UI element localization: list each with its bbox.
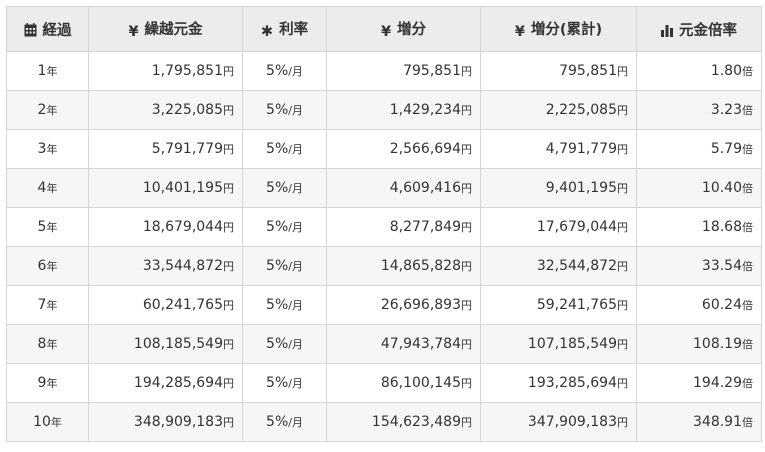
cell-principal: 5,791,779円 [88, 129, 243, 169]
bar-chart-icon [661, 24, 673, 37]
cell-increase: 47,943,784円 [326, 324, 481, 364]
cell-rate: 5%/月 [242, 324, 327, 364]
cell-principal: 18,679,044円 [88, 207, 243, 247]
cell-cumulative: 17,679,044円 [480, 207, 637, 247]
table-row: 8年 108,185,549円 5%/月 47,943,784円 107,185,549… [6, 324, 762, 364]
table-row: 9年 194,285,694円 5%/月 86,100,145円 193,285,694… [6, 363, 762, 403]
header-rate: ✱ 利率 [242, 6, 327, 52]
cell-principal: 60,241,765円 [88, 285, 243, 325]
header-principal-label: 繰越元金 [144, 22, 203, 38]
cell-rate: 5%/月 [242, 246, 327, 286]
table-row: 10年 348,909,183円 5%/月 154,623,489円 347,909,1… [6, 402, 762, 442]
header-increase: ¥ 増分 [326, 6, 481, 52]
cell-principal: 3,225,085円 [88, 90, 243, 130]
cell-principal: 194,285,694円 [88, 363, 243, 403]
cell-multiple: 3.23倍 [636, 90, 762, 130]
header-principal: ¥ 繰越元金 [88, 6, 243, 52]
calendar-icon [24, 22, 37, 37]
cell-cumulative: 795,851円 [480, 51, 637, 91]
cell-year: 10年 [6, 402, 89, 442]
header-elapsed: 経過 [6, 6, 89, 52]
asterisk-icon: ✱ [260, 24, 274, 40]
cell-year: 1年 [6, 51, 89, 91]
cell-increase: 2,566,694円 [326, 129, 481, 169]
header-row: 経過 ¥ 繰越元金 ✱ 利率 ¥ 増分 ¥ 増分(累計) 元金倍率 [6, 6, 762, 52]
cell-rate: 5%/月 [242, 51, 327, 91]
cell-multiple: 1.80倍 [636, 51, 762, 91]
cell-rate: 5%/月 [242, 402, 327, 442]
cell-year: 7年 [6, 285, 89, 325]
cell-increase: 154,623,489円 [326, 402, 481, 442]
cell-principal: 1,795,851円 [88, 51, 243, 91]
cell-cumulative: 107,185,549円 [480, 324, 637, 364]
table-row: 4年 10,401,195円 5%/月 4,609,416円 9,401,195円 10.… [6, 168, 762, 208]
cell-cumulative: 59,241,765円 [480, 285, 637, 325]
cell-principal: 33,544,872円 [88, 246, 243, 286]
cell-cumulative: 32,544,872円 [480, 246, 637, 286]
table-row: 1年 1,795,851円 5%/月 795,851円 795,851円 1.80倍 [6, 51, 762, 91]
cell-year: 6年 [6, 246, 89, 286]
cell-principal: 10,401,195円 [88, 168, 243, 208]
table-row: 5年 18,679,044円 5%/月 8,277,849円 17,679,044円 18… [6, 207, 762, 247]
cell-year: 5年 [6, 207, 89, 247]
cell-multiple: 10.40倍 [636, 168, 762, 208]
header-multiple: 元金倍率 [636, 6, 762, 52]
cell-multiple: 108.19倍 [636, 324, 762, 364]
header-increase-label: 増分 [397, 22, 427, 38]
table-row: 2年 3,225,085円 5%/月 1,429,234円 2,225,085円 3.23… [6, 90, 762, 130]
cell-multiple: 348.91倍 [636, 402, 762, 442]
cell-cumulative: 193,285,694円 [480, 363, 637, 403]
table-row: 6年 33,544,872円 5%/月 14,865,828円 32,544,872円 3… [6, 246, 762, 286]
yen-icon: ¥ [380, 24, 392, 40]
cell-increase: 795,851円 [326, 51, 481, 91]
header-multiple-label: 元金倍率 [679, 22, 737, 39]
cell-principal: 108,185,549円 [88, 324, 243, 364]
cell-rate: 5%/月 [242, 90, 327, 130]
cell-increase: 8,277,849円 [326, 207, 481, 247]
cell-rate: 5%/月 [242, 168, 327, 208]
yen-icon: ¥ [514, 24, 525, 40]
cell-multiple: 194.29倍 [636, 363, 762, 403]
cell-cumulative: 2,225,085円 [480, 90, 637, 130]
cell-multiple: 33.54倍 [636, 246, 762, 286]
cell-multiple: 60.24倍 [636, 285, 762, 325]
yen-icon: ¥ [128, 24, 139, 40]
cell-year: 4年 [6, 168, 89, 208]
table-row: 3年 5,791,779円 5%/月 2,566,694円 4,791,779円 5.79… [6, 129, 762, 169]
cell-cumulative: 4,791,779円 [480, 129, 637, 169]
cell-year: 8年 [6, 324, 89, 364]
cell-multiple: 18.68倍 [636, 207, 762, 247]
header-rate-label: 利率 [279, 22, 309, 38]
cell-increase: 1,429,234円 [326, 90, 481, 130]
header-cumulative-label: 増分(累計) [530, 22, 603, 38]
cell-rate: 5%/月 [242, 207, 327, 247]
cell-rate: 5%/月 [242, 129, 327, 169]
header-cumulative: ¥ 増分(累計) [480, 6, 637, 52]
cell-cumulative: 9,401,195円 [480, 168, 637, 208]
cell-year: 3年 [6, 129, 89, 169]
cell-increase: 86,100,145円 [326, 363, 481, 403]
table-row: 7年 60,241,765円 5%/月 26,696,893円 59,241,765円 6… [6, 285, 762, 325]
cell-year: 9年 [6, 363, 89, 403]
cell-cumulative: 347,909,183円 [480, 402, 637, 442]
cell-year: 2年 [6, 90, 89, 130]
cell-multiple: 5.79倍 [636, 129, 762, 169]
cell-rate: 5%/月 [242, 363, 327, 403]
cell-increase: 4,609,416円 [326, 168, 481, 208]
header-elapsed-label: 経過 [42, 22, 72, 39]
compound-interest-table: 経過 ¥ 繰越元金 ✱ 利率 ¥ 増分 ¥ 増分(累計) 元金倍率 1年 1,7… [6, 6, 762, 442]
cell-increase: 14,865,828円 [326, 246, 481, 286]
cell-rate: 5%/月 [242, 285, 327, 325]
cell-increase: 26,696,893円 [326, 285, 481, 325]
cell-principal: 348,909,183円 [88, 402, 243, 442]
